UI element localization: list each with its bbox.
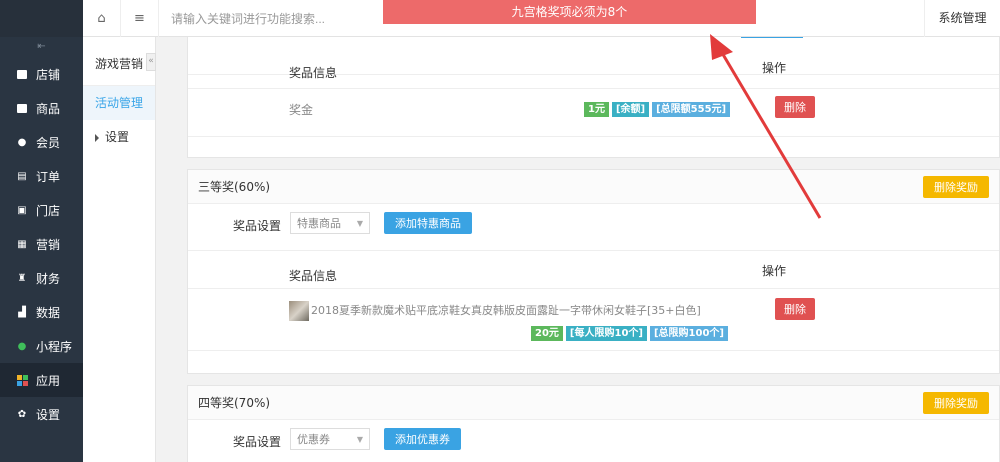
prize-setting-label: 奖品设置 [233,219,282,233]
miniprogram-icon: ● [17,340,27,352]
col-prize-info: 奖品信息 [289,66,338,80]
sidebar-item-label: 财务 [36,271,61,286]
main-content: 奖品信息 操作 奖金 1元 [余额] [总限额555元] 删除 三等奖(60%) 删… [156,37,1000,462]
order-icon: ▤ [17,170,27,182]
sidebar-item-label: 商品 [36,101,61,116]
store-icon [16,68,28,80]
search-input[interactable] [161,0,381,37]
sidebar-item-label: 订单 [36,169,61,184]
money-bag-icon: ♜ [17,272,27,284]
goods-icon [16,102,28,114]
partial-input [741,37,803,38]
prize-title: 四等奖(70%) [198,396,271,410]
sidebar-item-label: 门店 [36,203,61,218]
sidebar-item-miniprogram[interactable]: ● 小程序 [0,329,83,363]
add-coupon-button[interactable]: 添加优惠券 [384,428,461,450]
prize-tags: 1元 [余额] [总限额555元] [581,101,731,117]
home-icon[interactable]: ⌂ [83,0,121,37]
submenu-item-activity[interactable]: 活动管理 [83,86,155,120]
per-person-limit-badge: [每人限购10个] [565,326,647,341]
divider [188,250,999,251]
sidebar-item-order[interactable]: ▤ 订单 [0,159,83,193]
logo-area [0,0,83,37]
prize-type-select[interactable]: 优惠券 ▼ [290,428,370,450]
system-management-button[interactable]: 系统管理 [924,0,1000,37]
member-icon: ● [17,136,27,148]
chart-icon: ▟ [18,306,26,318]
prize-type-select[interactable]: 特惠商品 ▼ [290,212,370,234]
delete-prize-button[interactable]: 删除奖励 [923,391,989,414]
sidebar-item-label: 小程序 [36,339,73,354]
chevron-down-icon: ▼ [356,434,363,444]
sidebar-item-store[interactable]: 店铺 [0,57,83,91]
gear-icon: ✿ [17,408,27,420]
apps-icon [16,374,28,386]
sidebar-item-member[interactable]: ● 会员 [0,125,83,159]
prize-card-fourth: 四等奖(70%) 删除奖励 奖品设置 优惠券 ▼ 添加优惠券 [187,385,1000,462]
sidebar-item-label: 数据 [36,305,61,320]
sidebar-item-data[interactable]: ▟ 数据 [0,295,83,329]
menu-icon[interactable]: ≡ [121,0,159,37]
sidebar-item-label: 营销 [36,237,61,252]
sidebar-collapse-icon[interactable]: ⇤ [0,37,83,57]
add-discount-product-button[interactable]: 添加特惠商品 [384,212,472,234]
price-badge: 20元 [531,326,563,341]
prize-name: 奖金 [289,103,314,117]
sidebar-item-label: 店铺 [36,67,61,82]
error-toast: 九宫格奖项必须为8个 [383,0,756,24]
divider [188,136,999,137]
select-value: 特惠商品 [297,217,341,230]
product-thumbnail [289,301,309,321]
sidebar-item-finance[interactable]: ♜ 财务 [0,261,83,295]
col-prize-info: 奖品信息 [289,269,338,283]
main-sidebar: ⇤ 店铺 商品 ● 会员 ▤ 订单 ▣ 门店 ▦ 营销 ♜ 财务 ▟ 数据 ● 小程序 应用 … [0,0,83,462]
submenu-title: 游戏营销 [83,37,155,86]
sidebar-item-shop[interactable]: ▣ 门店 [0,193,83,227]
sidebar-item-apps[interactable]: 应用 [0,363,83,397]
sidebar-item-label: 应用 [36,373,61,388]
col-action: 操作 [762,61,787,75]
prize-title: 三等奖(60%) [198,180,271,194]
sidebar-item-label: 设置 [36,407,61,422]
col-action: 操作 [762,264,787,278]
card-header: 四等奖(70%) 删除奖励 [188,386,999,420]
submenu-panel: 游戏营销 « 活动管理 设置 [83,37,156,462]
submenu-item-label: 设置 [105,130,130,144]
divider [188,350,999,351]
total-limit-badge: [总限购100个] [649,326,728,341]
product-name: 2018夏季新款魔术贴平底凉鞋女真皮韩版皮面露趾一字带休闲女鞋子[35+白色] [311,304,701,317]
divider [188,288,999,289]
card-header: 三等奖(60%) 删除奖励 [188,170,999,204]
select-value: 优惠券 [297,433,330,446]
submenu-fold-icon[interactable]: « [146,53,156,71]
submenu-item-settings[interactable]: 设置 [83,120,155,154]
shop-icon: ▣ [17,204,27,216]
sidebar-item-goods[interactable]: 商品 [0,91,83,125]
prize-card-top: 奖品信息 操作 奖金 1元 [余额] [总限额555元] 删除 [187,37,1000,158]
gift-icon: ▦ [17,238,27,250]
product-row: 2018夏季新款魔术贴平底凉鞋女真皮韩版皮面露趾一字带休闲女鞋子[35+白色] [289,301,701,321]
delete-button[interactable]: 删除 [775,298,815,320]
type-badge: [余额] [611,102,650,117]
sidebar-item-settings[interactable]: ✿ 设置 [0,397,83,431]
chevron-down-icon: ▼ [356,218,363,228]
amount-badge: 1元 [584,102,609,117]
limit-badge: [总限额555元] [652,102,731,117]
prize-card-third: 三等奖(60%) 删除奖励 奖品设置 特惠商品 ▼ 添加特惠商品 奖品信息 操作 … [187,169,1000,374]
sidebar-item-marketing[interactable]: ▦ 营销 [0,227,83,261]
divider [188,88,999,89]
sidebar-item-label: 会员 [36,135,61,150]
delete-button[interactable]: 删除 [775,96,815,118]
caret-right-icon [95,133,99,142]
delete-prize-button[interactable]: 删除奖励 [923,175,989,198]
product-tags: 20元 [每人限购10个] [总限购100个] [528,325,728,341]
prize-setting-label: 奖品设置 [233,435,282,449]
